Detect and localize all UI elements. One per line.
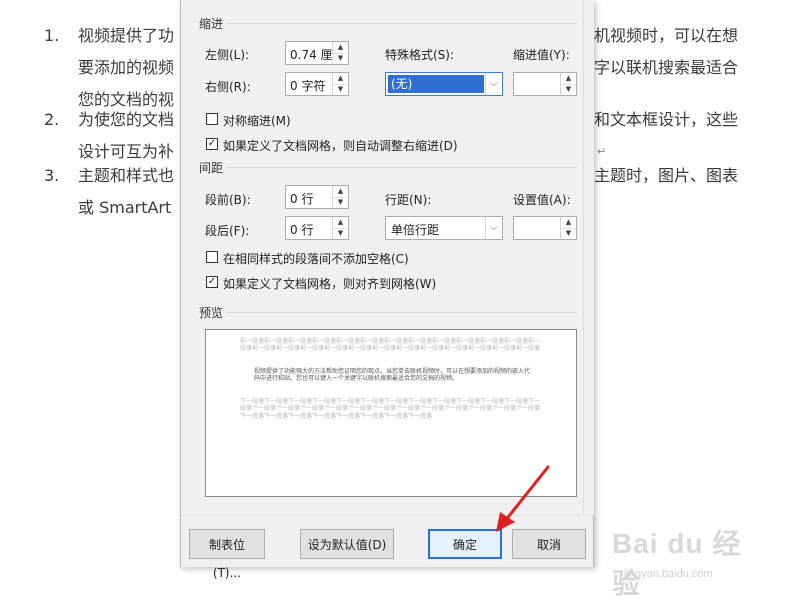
baidu-watermark: Bai du 经验 jingyan.baidu.com xyxy=(612,514,762,599)
watermark-brand: Bai du 经验 xyxy=(612,528,742,599)
watermark-url: jingyan.baidu.com xyxy=(624,568,713,580)
red-arrow-icon xyxy=(496,465,550,532)
